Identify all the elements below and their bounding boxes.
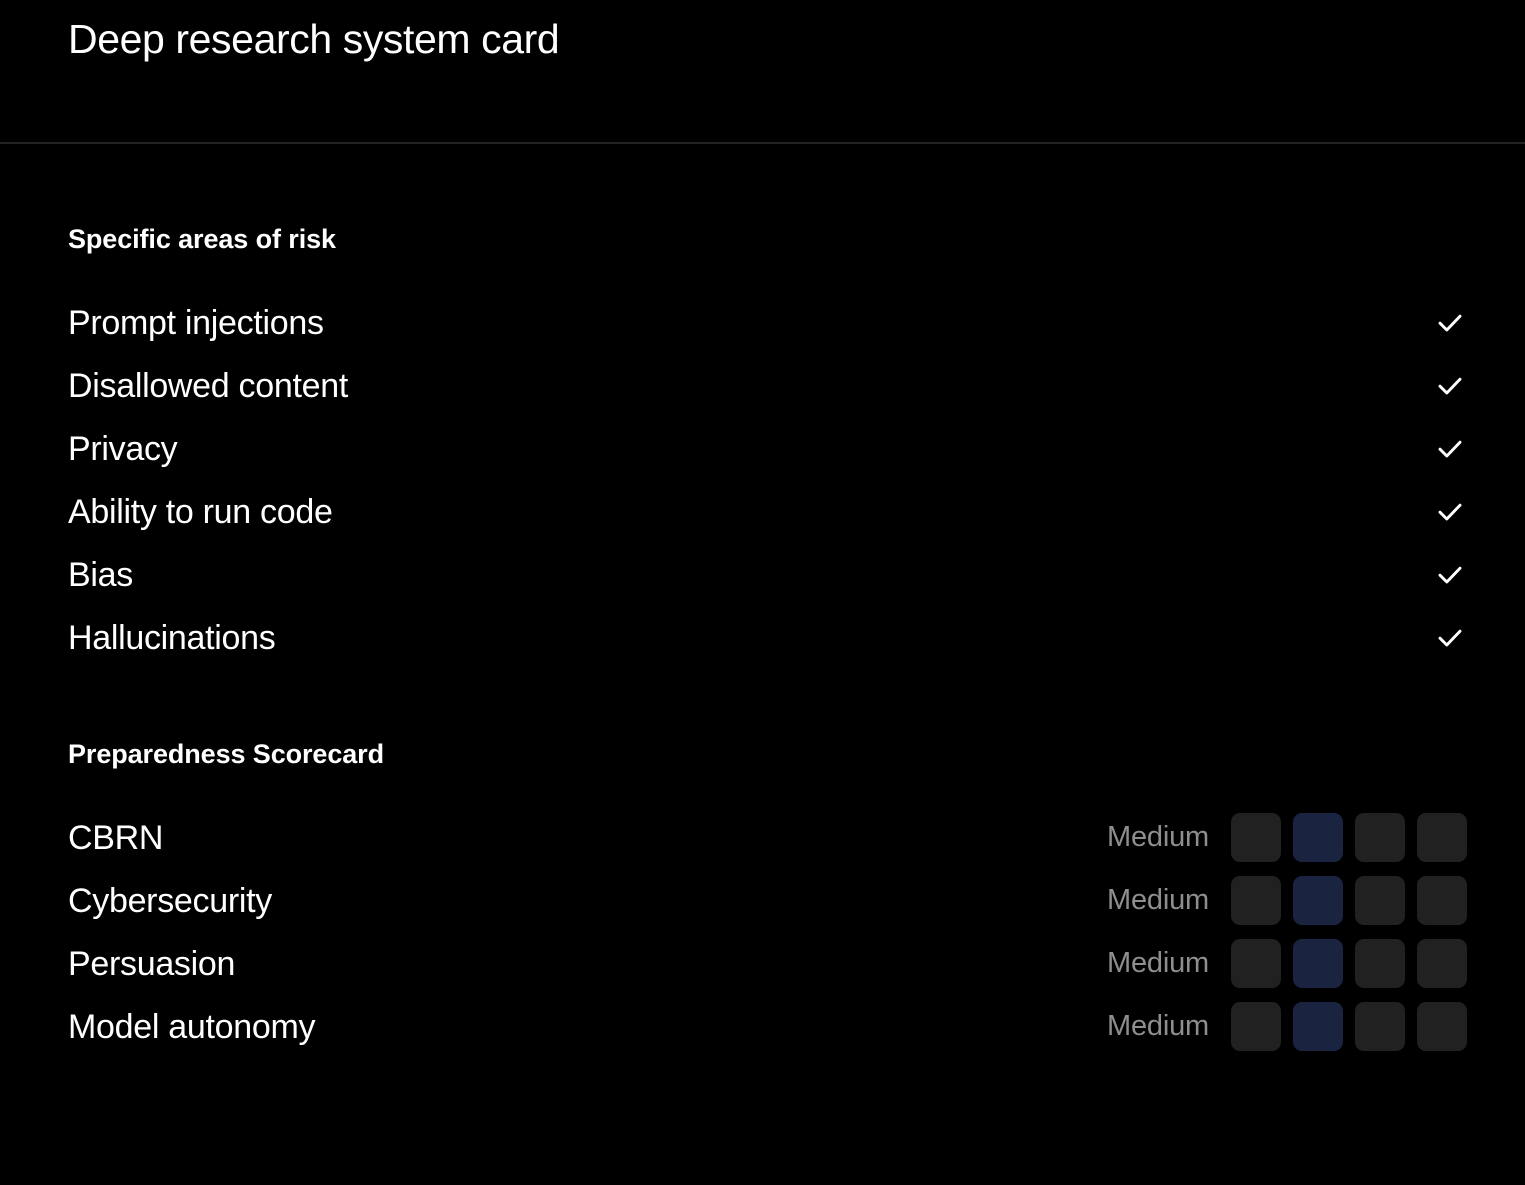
check-icon: [1435, 371, 1465, 401]
page-header: Deep research system card: [0, 0, 1525, 144]
risk-row: Hallucinations: [0, 606, 1525, 669]
risk-level-cell: [1417, 813, 1467, 862]
risk-level-indicator: Medium: [1107, 876, 1467, 925]
section-heading-scorecard: Preparedness Scorecard: [68, 739, 384, 769]
check-icon: [1435, 623, 1465, 653]
risk-level-track: [1231, 939, 1467, 988]
risk-level-cell: [1231, 813, 1281, 862]
risk-row-label: Privacy: [68, 429, 178, 468]
risk-level-track: [1231, 876, 1467, 925]
page-title: Deep research system card: [68, 16, 560, 62]
risk-row-label: Hallucinations: [68, 618, 276, 657]
scorecard-row: Cybersecurity Medium: [0, 869, 1525, 932]
scorecard-row-label: Model autonomy: [68, 1007, 316, 1046]
risk-level-cell-active: [1293, 813, 1343, 862]
risk-level-label: Medium: [1107, 884, 1209, 916]
risk-level-cell: [1417, 939, 1467, 988]
risk-level-cell: [1355, 876, 1405, 925]
check-icon: [1435, 308, 1465, 338]
risk-level-cell: [1355, 939, 1405, 988]
risk-row-label: Prompt injections: [68, 303, 324, 342]
scorecard-row: CBRN Medium: [0, 806, 1525, 869]
risk-row-label: Ability to run code: [68, 492, 333, 531]
scorecard-row-label: CBRN: [68, 818, 164, 857]
risk-level-cell: [1417, 876, 1467, 925]
risk-level-track: [1231, 1002, 1467, 1051]
risk-level-cell: [1355, 813, 1405, 862]
preparedness-scorecard-section: Preparedness Scorecard CBRN Medium Cyberse…: [0, 739, 1525, 1058]
risk-level-label: Medium: [1107, 1010, 1209, 1042]
scorecard-row-label: Cybersecurity: [68, 881, 272, 920]
risk-row: Bias: [0, 543, 1525, 606]
risk-level-cell: [1355, 1002, 1405, 1051]
scorecard-row-label: Persuasion: [68, 944, 236, 983]
risk-row-label: Bias: [68, 555, 133, 594]
risk-row-label: Disallowed content: [68, 366, 348, 405]
risk-level-cell: [1231, 939, 1281, 988]
risk-level-track: [1231, 813, 1467, 862]
risk-level-indicator: Medium: [1107, 1002, 1467, 1051]
risk-level-cell-active: [1293, 1002, 1343, 1051]
risk-level-cell: [1231, 1002, 1281, 1051]
section-heading-risk: Specific areas of risk: [68, 224, 336, 254]
risk-level-indicator: Medium: [1107, 939, 1467, 988]
check-icon: [1435, 434, 1465, 464]
scorecard-row: Persuasion Medium: [0, 932, 1525, 995]
risk-list: Prompt injections Disallowed content Priva…: [0, 291, 1525, 669]
check-icon: [1435, 560, 1465, 590]
specific-areas-of-risk-section: Specific areas of risk Prompt injections…: [0, 224, 1525, 669]
risk-level-cell-active: [1293, 876, 1343, 925]
risk-row: Prompt injections: [0, 291, 1525, 354]
scorecard-row: Model autonomy Medium: [0, 995, 1525, 1058]
risk-level-label: Medium: [1107, 947, 1209, 979]
scorecard-list: CBRN Medium Cybersecurity Medium Persuasion M…: [0, 806, 1525, 1058]
risk-level-cell: [1417, 1002, 1467, 1051]
check-icon: [1435, 497, 1465, 527]
risk-level-cell-active: [1293, 939, 1343, 988]
risk-level-indicator: Medium: [1107, 813, 1467, 862]
risk-level-cell: [1231, 876, 1281, 925]
risk-row: Privacy: [0, 417, 1525, 480]
page-content: Specific areas of risk Prompt injections…: [0, 146, 1525, 1058]
risk-row: Disallowed content: [0, 354, 1525, 417]
system-card-page: Deep research system card Specific areas…: [0, 0, 1525, 1185]
risk-level-label: Medium: [1107, 821, 1209, 853]
risk-row: Ability to run code: [0, 480, 1525, 543]
